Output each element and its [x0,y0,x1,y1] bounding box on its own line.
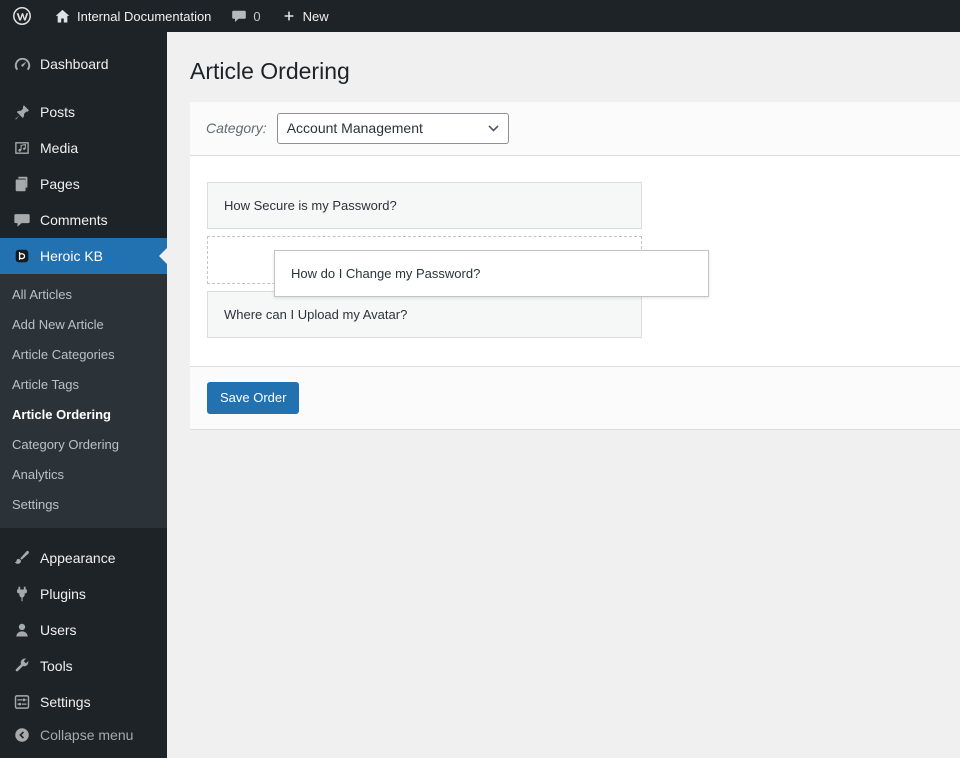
sidebar-item-appearance[interactable]: Appearance [0,540,167,576]
new-content-link[interactable]: New [271,0,339,32]
submenu-item-settings[interactable]: Settings [0,490,167,520]
heroic-kb-icon [12,246,32,266]
submenu-item-article-categories[interactable]: Article Categories [0,340,167,370]
sidebar-item-label: Comments [40,212,108,228]
category-select-wrap: Account Management [276,112,509,144]
ordering-panel: Category: Account Management How Secure … [190,101,960,431]
sidebar-item-label: Users [40,622,77,638]
pushpin-icon [12,102,32,122]
article-item[interactable]: Where can I Upload my Avatar? [207,290,642,338]
article-item[interactable]: How Secure is my Password? [207,181,642,229]
pages-icon [12,174,32,194]
category-label: Category: [206,120,267,137]
collapse-menu-label: Collapse menu [40,727,134,743]
content-area: Article Ordering Category: Account Manag… [167,32,960,758]
sidebar-item-label: Plugins [40,586,86,602]
submenu-item-add-new-article[interactable]: Add New Article [0,310,167,340]
submenu-item-article-tags[interactable]: Article Tags [0,370,167,400]
paintbrush-icon [12,548,32,568]
page-title: Article Ordering [190,58,350,84]
menu-separator [0,528,167,540]
sidebar-item-label: Dashboard [40,56,109,72]
submenu-item-all-articles[interactable]: All Articles [0,280,167,310]
home-icon [54,8,71,25]
save-order-button[interactable]: Save Order [207,381,300,415]
sidebar-item-tools[interactable]: Tools [0,648,167,684]
new-label: New [302,8,329,24]
comments-link[interactable]: 0 [221,0,270,32]
sidebar-item-comments[interactable]: Comments [0,202,167,238]
sidebar-item-label: Posts [40,104,76,120]
sidebar-item-dashboard[interactable]: Dashboard [0,46,167,82]
sidebar-item-media[interactable]: Media [0,130,167,166]
article-item-dragging[interactable]: How do I Change my Password? [274,249,709,297]
sidebar-item-settings[interactable]: Settings [0,684,167,720]
sidebar-item-label: Media [40,140,79,156]
admin-bar: Internal Documentation 0 New [0,0,960,32]
sidebar-item-plugins[interactable]: Plugins [0,576,167,612]
submenu-item-category-ordering[interactable]: Category Ordering [0,430,167,460]
submenu-item-article-ordering[interactable]: Article Ordering [0,400,167,430]
category-select[interactable]: Account Management [276,112,509,144]
media-icon [12,138,32,158]
dashboard-icon [12,54,32,74]
comments-icon [12,210,32,230]
admin-sidebar: Dashboard Posts Media Pages Comments Her… [0,32,167,758]
comment-bubble-icon [231,8,247,24]
sidebar-item-posts[interactable]: Posts [0,94,167,130]
collapse-menu-button[interactable]: Collapse menu [0,717,167,753]
site-name-link[interactable]: Internal Documentation [44,0,221,32]
collapse-arrow-icon [12,725,32,745]
user-icon [12,620,32,640]
wordpress-logo[interactable] [0,0,44,32]
sidebar-item-label: Settings [40,694,91,710]
plugin-icon [12,584,32,604]
sidebar-item-heroic-kb[interactable]: Heroic KB [0,238,167,274]
sidebar-item-label: Appearance [40,550,116,566]
category-bar: Category: Account Management [190,101,960,156]
sidebar-item-pages[interactable]: Pages [0,166,167,202]
wordpress-logo-icon [12,6,32,26]
settings-icon [12,692,32,712]
sidebar-item-label: Tools [40,658,73,674]
menu-separator [0,82,167,94]
sidebar-item-label: Pages [40,176,80,192]
save-bar: Save Order [190,365,960,430]
article-sortable-list: How Secure is my Password? Where can I U… [190,155,960,366]
submenu-item-analytics[interactable]: Analytics [0,460,167,490]
wrench-icon [12,656,32,676]
comment-count: 0 [253,8,261,24]
heroic-kb-submenu: All Articles Add New Article Article Cat… [0,274,167,528]
sidebar-item-users[interactable]: Users [0,612,167,648]
site-name: Internal Documentation [77,8,212,24]
sidebar-item-label: Heroic KB [40,248,104,264]
plus-icon [281,8,297,24]
